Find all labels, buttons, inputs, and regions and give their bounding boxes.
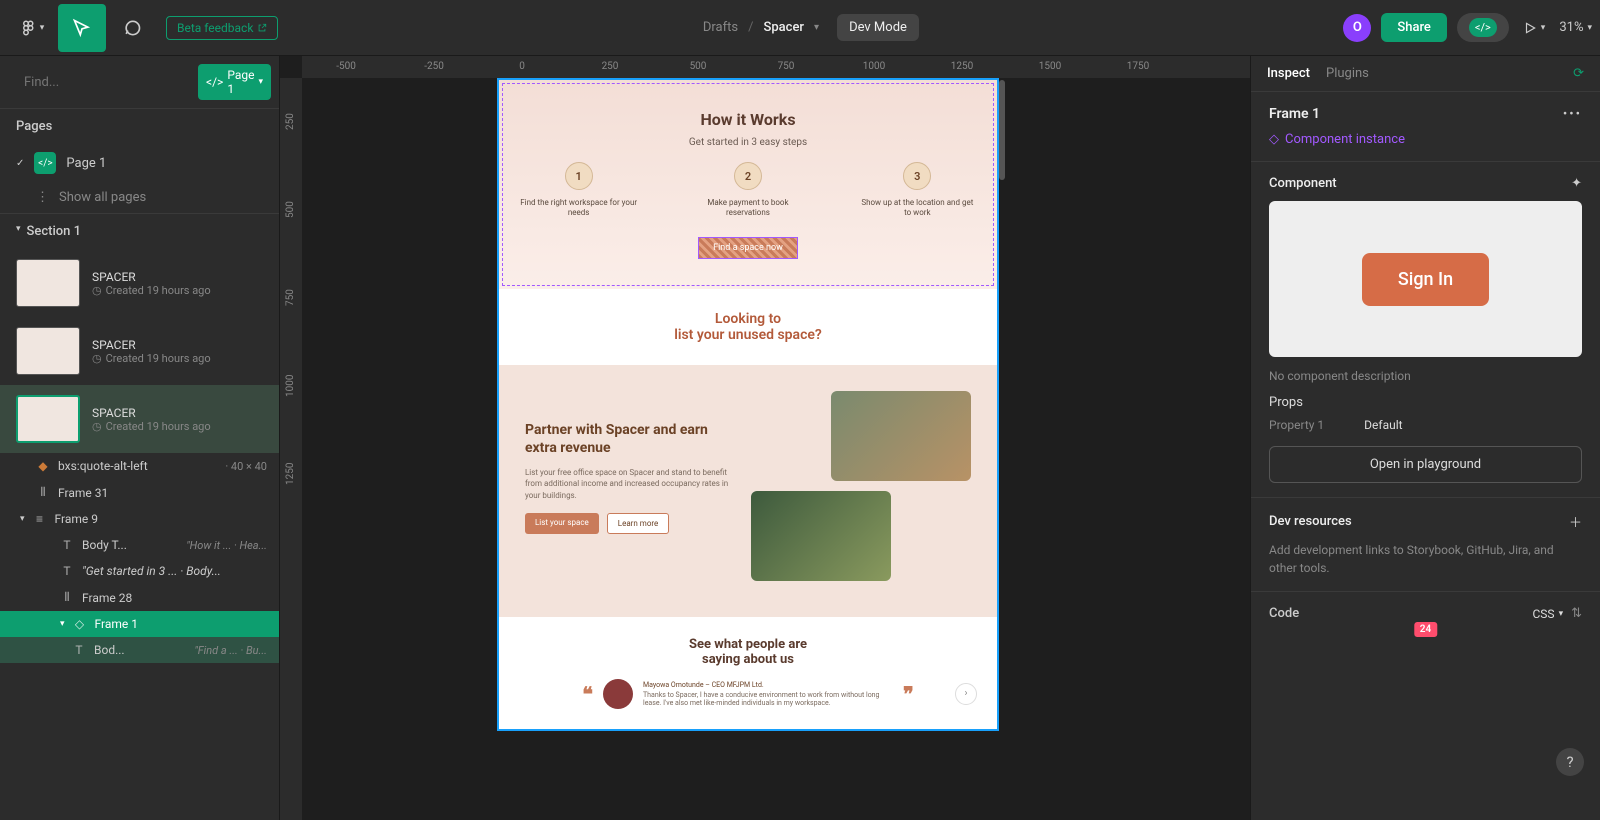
comment-tool[interactable] [108, 4, 156, 52]
code-icon: </> [1469, 18, 1497, 37]
design-frame[interactable]: How it Works Get started in 3 easy steps… [497, 78, 999, 731]
beta-feedback-button[interactable]: Beta feedback [166, 16, 278, 40]
component-preview: Sign In [1269, 201, 1582, 357]
dev-resources-body: Add development links to Storybook, GitH… [1269, 541, 1582, 577]
canvas-area[interactable]: -500-25002505007501000125015001750 25050… [280, 56, 1250, 820]
component-instance-link[interactable]: ◇Component instance [1269, 132, 1582, 147]
section-header[interactable]: Section 1 [27, 224, 82, 239]
main-toolbar: ▾ Beta feedback Drafts / Spacer ▾ Dev Mo… [0, 0, 1600, 56]
tree-item[interactable]: ◆bxs:quote-alt-left· 40 × 40 [0, 453, 279, 479]
search-input[interactable] [24, 75, 190, 90]
tree-item[interactable]: TBod..."Find a ... · Bu... [0, 637, 279, 663]
show-all-pages[interactable]: ⋮ Show all pages [0, 182, 279, 213]
how-title: How it Works [519, 110, 977, 129]
tree-item[interactable]: T"Get started in 3 ... · Body... [0, 558, 279, 584]
component-set-icon[interactable]: ✦ [1571, 176, 1582, 191]
next-arrow[interactable]: › [955, 683, 977, 705]
figma-menu[interactable]: ▾ [8, 4, 56, 52]
inspect-panel: Inspect Plugins ⟳ Frame 1 ••• ◇Component … [1250, 56, 1600, 820]
tree-item[interactable]: TBody T..."How it ... · Hea... [0, 532, 279, 558]
no-description: No component description [1269, 369, 1582, 383]
tree-item-selected[interactable]: ▾◇Frame 1 [0, 611, 279, 637]
tab-inspect[interactable]: Inspect [1267, 66, 1310, 81]
cta-button[interactable]: Find a space now [698, 237, 798, 259]
help-button[interactable]: ? [1556, 748, 1584, 776]
layer-thumb-selected[interactable]: SPACER◷Created 19 hours ago [0, 385, 279, 453]
diamond-icon: ◇ [1269, 132, 1279, 147]
more-icon[interactable]: ••• [1563, 107, 1582, 122]
dev-mode-pill[interactable]: </> [1457, 13, 1509, 42]
breadcrumb-drafts[interactable]: Drafts [703, 20, 738, 35]
dev-mode-toggle[interactable]: Dev Mode [837, 14, 919, 41]
chevron-down-icon[interactable]: ▾ [814, 22, 819, 33]
code-header: Code [1269, 606, 1299, 621]
partner-body: List your free office space on Spacer an… [525, 467, 735, 501]
clock-icon: ◷ [92, 420, 102, 433]
office-image-1 [831, 391, 971, 481]
sync-icon[interactable]: ⟳ [1573, 66, 1584, 81]
partner-title: Partner with Spacer and earn extra reven… [525, 421, 735, 457]
open-playground-button[interactable]: Open in playground [1269, 446, 1582, 483]
quote-open-icon: ❝ [582, 682, 593, 706]
tree-item[interactable]: ⦀Frame 31 [0, 479, 279, 506]
scrollbar-thumb[interactable] [999, 80, 1005, 180]
user-avatar[interactable]: O [1343, 14, 1371, 42]
plus-icon[interactable]: ＋ [1569, 512, 1582, 531]
page-chip[interactable]: </> Page 1 ▾ [198, 64, 271, 100]
signin-button-preview: Sign In [1362, 253, 1489, 306]
quote-close-icon: ❞ [903, 682, 914, 706]
zoom-level[interactable]: 31% ▾ [1559, 20, 1592, 35]
layer-thumb[interactable]: SPACER◷Created 19 hours ago [0, 317, 279, 385]
page-row[interactable]: ✓ </> Page 1 [0, 144, 279, 182]
left-panel: </> Page 1 ▾ Pages ✓ </> Page 1 ⋮ Show a… [0, 56, 280, 820]
code-icon: </> [34, 152, 56, 174]
clock-icon: ◷ [92, 352, 102, 365]
selection-title: Frame 1 [1269, 106, 1320, 122]
share-button[interactable]: Share [1381, 13, 1447, 42]
play-button[interactable]: ▾ [1519, 4, 1550, 52]
tab-plugins[interactable]: Plugins [1326, 66, 1369, 81]
tree-item[interactable]: ⦀Frame 28 [0, 584, 279, 611]
testimonial-avatar [603, 679, 633, 709]
learn-more-button[interactable]: Learn more [607, 513, 669, 534]
list-title-1: Looking to [521, 311, 975, 327]
layer-thumb[interactable]: SPACER◷Created 19 hours ago [0, 249, 279, 317]
how-subtitle: Get started in 3 easy steps [519, 137, 977, 148]
breadcrumb-file[interactable]: Spacer [764, 20, 805, 35]
clock-icon: ◷ [92, 284, 102, 297]
office-image-2 [751, 491, 891, 581]
list-title-2: list your unused space? [521, 327, 975, 343]
settings-icon[interactable]: ⇅ [1571, 606, 1582, 621]
selection-badge: 24 [1414, 622, 1437, 637]
layers-panel: SPACER◷Created 19 hours ago SPACER◷Creat… [0, 249, 279, 820]
move-tool[interactable] [58, 4, 106, 52]
pages-header: Pages [0, 108, 279, 144]
ruler-vertical: 25050075010001250 [280, 78, 302, 820]
ruler-horizontal: -500-25002505007501000125015001750 [302, 56, 1250, 78]
tree-item[interactable]: ▾≡Frame 9 [0, 506, 279, 532]
code-language-select[interactable]: CSS ▾ [1533, 607, 1564, 621]
list-space-button[interactable]: List your space [525, 513, 599, 534]
